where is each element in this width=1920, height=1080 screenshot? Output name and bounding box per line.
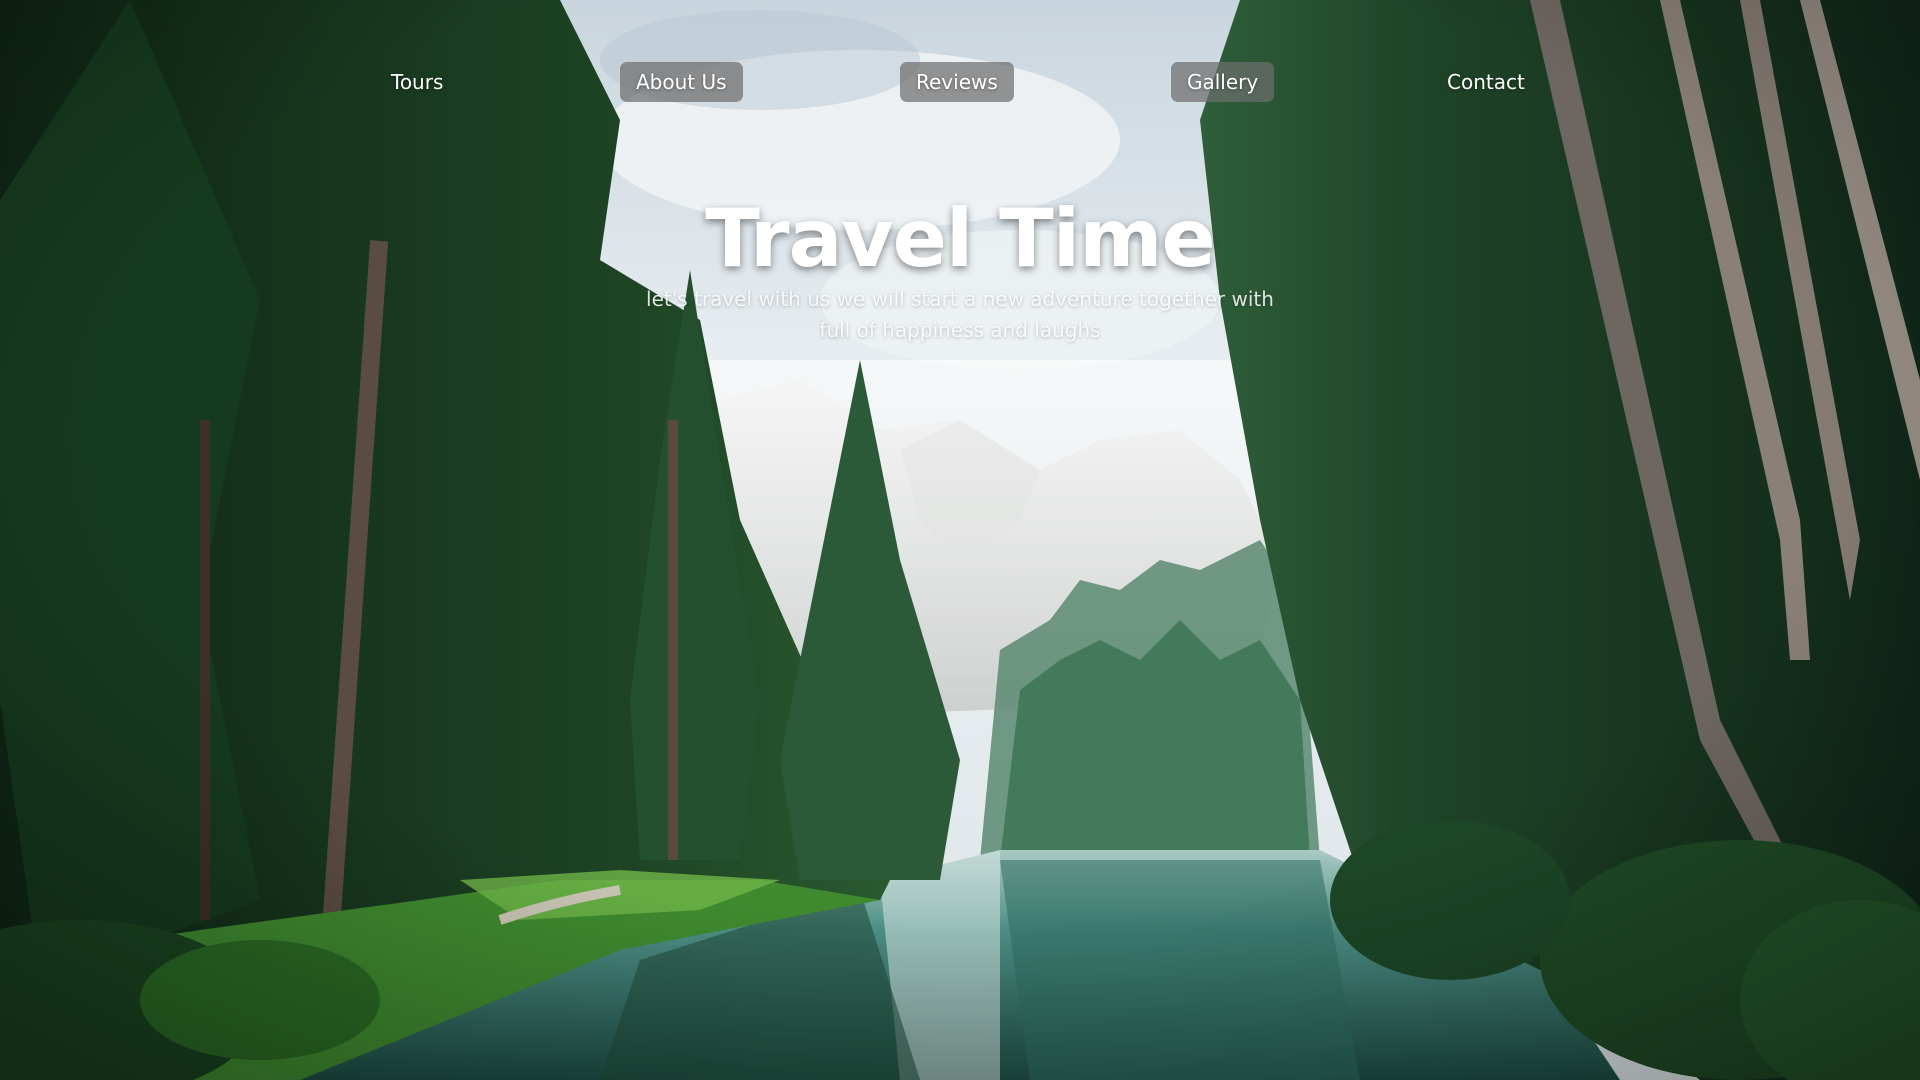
hero-title: Travel Time: [705, 192, 1216, 285]
hero-background: [0, 0, 1920, 1080]
nav-link-tours[interactable]: Tours: [375, 62, 459, 102]
nav-link-contact[interactable]: Contact: [1431, 62, 1541, 102]
hero-subtitle: let's travel with us we will start a new…: [646, 287, 1274, 342]
nav-link-reviews[interactable]: Reviews: [900, 62, 1014, 102]
forest-lake-landscape-image: [0, 0, 1920, 1080]
main-navigation: Tours About Us Reviews Gallery Contact: [0, 0, 1920, 160]
nav-link-about-us[interactable]: About Us: [620, 62, 743, 102]
nav-link-gallery[interactable]: Gallery: [1171, 62, 1275, 102]
